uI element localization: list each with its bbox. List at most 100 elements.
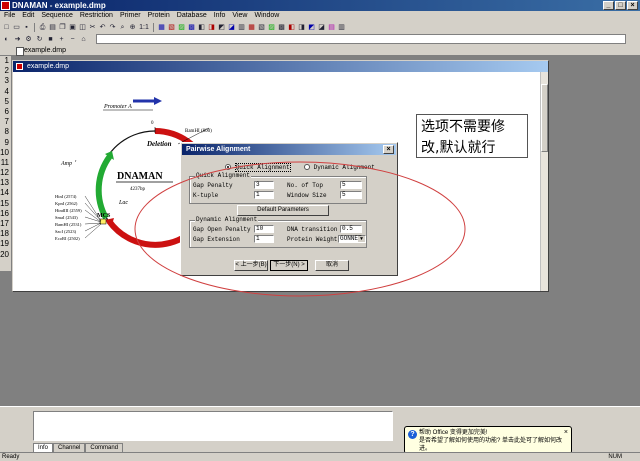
menu-protein[interactable]: Protein <box>148 11 170 21</box>
menu-window[interactable]: Window <box>254 11 279 21</box>
copy-icon[interactable]: ❐ <box>58 23 67 32</box>
tool-f-icon[interactable]: ◨ <box>207 23 216 32</box>
site-label: EcoRI (2502) <box>55 236 80 241</box>
scroll-thumb[interactable] <box>541 84 548 152</box>
new-icon[interactable]: □ <box>2 23 11 32</box>
close-button[interactable]: × <box>627 1 638 10</box>
one-to-one-button[interactable]: 1:1 <box>138 23 150 32</box>
menu-database[interactable]: Database <box>177 11 207 21</box>
restriction-site-list: HinI (2574) KpnI (2562) HindIII (2559) S… <box>55 194 102 241</box>
menu-sequence[interactable]: Sequence <box>41 11 73 21</box>
assistant-body[interactable]: 是否希望了解如何使用的功能? 单击此处可了解如何改进。 <box>419 437 568 453</box>
line-number: 2 <box>4 66 9 76</box>
line-number: 20 <box>0 249 9 259</box>
no-top-field[interactable]: 5 <box>340 181 362 189</box>
save-icon[interactable]: ▪ <box>22 23 31 32</box>
gap-open-label: Gap Open Penalty <box>193 226 251 233</box>
tool-s-icon[interactable]: ▥ <box>337 23 346 32</box>
office-assistant-balloon[interactable]: ? × 帮助 Office 变得更加完美! 是否希望了解如何使用的功能? 单击此… <box>404 426 572 454</box>
undo-icon[interactable]: ↶ <box>98 23 107 32</box>
cancel-button[interactable]: 取消 <box>315 260 349 271</box>
tool-o-icon[interactable]: ◨ <box>297 23 306 32</box>
dna-transition-label: DNA transition <box>287 226 338 233</box>
amp-superscript: r <box>75 158 77 163</box>
app-title: DNAMAN - example.dmp <box>12 1 106 10</box>
site-label: SacI (2523) <box>55 229 77 234</box>
document-icon <box>16 63 23 70</box>
zoom-icon[interactable]: ⊕ <box>128 23 137 32</box>
redo-icon[interactable]: ↷ <box>108 23 117 32</box>
refresh-icon[interactable]: ↻ <box>35 35 44 44</box>
tool-l-icon[interactable]: ▨ <box>267 23 276 32</box>
tool-k-icon[interactable]: ▧ <box>257 23 266 32</box>
open-icon[interactable]: ▭ <box>12 23 21 32</box>
output-box[interactable] <box>33 411 393 441</box>
window-size-field[interactable]: 5 <box>340 191 362 199</box>
dialog-close-button[interactable]: × <box>383 145 394 154</box>
paste-icon[interactable]: ▣ <box>68 23 77 32</box>
menu-primer[interactable]: Primer <box>120 11 141 21</box>
protein-weight-label: Protein Weight <box>287 236 338 243</box>
tool-m-icon[interactable]: ▩ <box>277 23 286 32</box>
tool-d-icon[interactable]: ▩ <box>187 23 196 32</box>
plasmid-name: DNAMAN <box>117 171 163 182</box>
gap-open-field[interactable]: 10 <box>254 225 274 233</box>
tool-g-icon[interactable]: ◩ <box>217 23 226 32</box>
arrow-icon[interactable]: ➜ <box>13 35 22 44</box>
menu-bar: File Edit Sequence Restriction Primer Pr… <box>0 11 640 21</box>
amp-segment <box>95 154 113 220</box>
menu-restriction[interactable]: Restriction <box>80 11 113 21</box>
dna-transition-field[interactable]: 0.5 <box>340 225 362 233</box>
document-title-bar: example.dmp <box>13 61 548 72</box>
menu-info[interactable]: Info <box>214 11 226 21</box>
maximize-button[interactable]: □ <box>615 1 626 10</box>
tool-p-icon[interactable]: ◩ <box>307 23 316 32</box>
dna-icon[interactable]: ◐ <box>2 35 11 44</box>
tool-j-icon[interactable]: ▦ <box>247 23 256 32</box>
quick-alignment-radio[interactable]: Quick Alignment <box>225 163 291 172</box>
tool-n-icon[interactable]: ◧ <box>287 23 296 32</box>
menu-edit[interactable]: Edit <box>22 11 34 21</box>
tool-c-icon[interactable]: ▨ <box>177 23 186 32</box>
print-icon[interactable]: ⎙ <box>38 23 47 32</box>
line-number: 19 <box>0 239 9 249</box>
cut-icon[interactable]: ✂ <box>88 23 97 32</box>
menu-file[interactable]: File <box>4 11 15 21</box>
stop-icon[interactable]: ■ <box>46 35 55 44</box>
tool-e-icon[interactable]: ◧ <box>197 23 206 32</box>
dynamic-alignment-radio[interactable]: Dynamic Alignment <box>304 164 375 171</box>
tool-q-icon[interactable]: ◪ <box>317 23 326 32</box>
ktuple-field[interactable]: 1 <box>254 191 274 199</box>
gap-penalty-field[interactable]: 3 <box>254 181 274 189</box>
settings-icon[interactable]: ⚙ <box>24 35 33 44</box>
document-title: example.dmp <box>27 63 70 70</box>
plus-icon[interactable]: + <box>57 35 66 44</box>
gap-extension-field[interactable]: 1 <box>254 235 274 243</box>
tool-i-icon[interactable]: ▥ <box>237 23 246 32</box>
minimize-button[interactable]: _ <box>603 1 614 10</box>
close-icon[interactable]: × <box>564 429 568 437</box>
search-icon[interactable]: ⌕ <box>118 23 127 32</box>
sequence-combo[interactable] <box>96 34 626 44</box>
home-icon[interactable]: ⌂ <box>79 35 88 44</box>
dialog-title-bar: Pairwise Alignment × <box>182 144 396 155</box>
promoter-arrow-head <box>154 97 162 105</box>
tool-b-icon[interactable]: ▧ <box>167 23 176 32</box>
protein-weight-select[interactable]: GONNET ▼ <box>338 235 366 243</box>
radio-dynamic-label: Dynamic Alignment <box>313 164 375 171</box>
next-button[interactable]: 下一步(N) > <box>270 260 308 271</box>
print-preview-icon[interactable]: ▤ <box>48 23 57 32</box>
line-number: 1 <box>4 56 9 65</box>
menu-view[interactable]: View <box>232 11 247 21</box>
tool-h-icon[interactable]: ◪ <box>227 23 236 32</box>
document-vertical-scrollbar[interactable] <box>540 72 548 291</box>
default-parameters-button[interactable]: Default Parameters <box>237 205 329 216</box>
line-number: 8 <box>4 127 9 137</box>
find-icon[interactable]: ◫ <box>78 23 87 32</box>
app-icon <box>1 1 10 10</box>
file-tab-example[interactable]: example.dmp <box>14 46 66 56</box>
back-button[interactable]: < 上一步(B) <box>234 260 268 271</box>
tool-r-icon[interactable]: ▤ <box>327 23 336 32</box>
tool-a-icon[interactable]: ▦ <box>157 23 166 32</box>
minus-icon[interactable]: − <box>68 35 77 44</box>
